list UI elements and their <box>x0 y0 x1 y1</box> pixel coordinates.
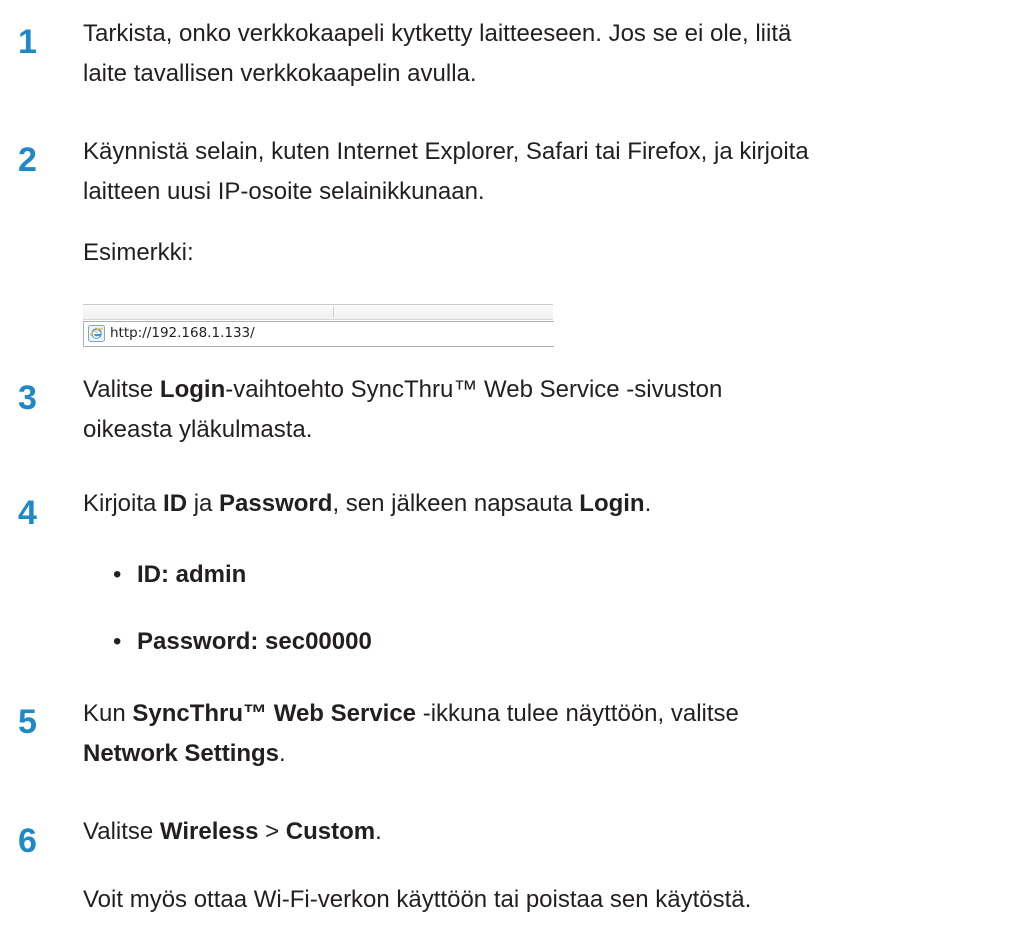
bullet-id-admin: ID: admin <box>137 561 247 588</box>
step-4-text: Kirjoita ID ja Password, sen jälkeen nap… <box>83 484 1035 524</box>
step-number-4: 4 <box>18 494 37 532</box>
login-term: Login <box>159 376 226 403</box>
step-1-line-2: laite tavallisen verkkokaapelin avulla. <box>83 60 477 87</box>
step-3-line-2: oikeasta yläkulmasta. <box>83 416 313 443</box>
step-number-5: 5 <box>18 703 37 741</box>
step-number-2: 2 <box>18 141 37 179</box>
step-1-text: Tarkista, onko verkkokaapeli kytketty la… <box>83 14 1035 94</box>
step-1-line-1: Tarkista, onko verkkokaapeli kytketty la… <box>83 20 792 47</box>
step-5-line-2: Network Settings. <box>83 740 286 767</box>
address-field: http://192.168.1.133/ <box>83 321 554 347</box>
step-2-line-1: Käynnistä selain, kuten Internet Explore… <box>83 138 809 165</box>
step-number-3: 3 <box>18 379 37 417</box>
step-6-note: Voit myös ottaa Wi-Fi-verkon käyttöön ta… <box>83 886 752 913</box>
step-3-text: Valitse Login-vaihtoehto SyncThru™ Web S… <box>83 370 1035 450</box>
browser-toolbar-strip <box>83 305 553 320</box>
step-3-line-1: Valitse Login-vaihtoehto SyncThru™ Web S… <box>83 376 723 403</box>
step-6-text: Valitse Wireless > Custom. <box>83 812 1035 852</box>
bullet-marker: • <box>113 561 122 588</box>
step-2-line-2: laitteen uusi IP-osoite selainikkunaan. <box>83 178 485 205</box>
step-5-line-1: Kun SyncThru™ Web Service -ikkuna tulee … <box>83 700 739 727</box>
bullet-marker: • <box>113 628 122 655</box>
step-number-6: 6 <box>18 822 37 860</box>
bullet-password: Password: sec00000 <box>137 628 372 655</box>
step-2-text: Käynnistä selain, kuten Internet Explore… <box>83 132 1035 212</box>
address-url: http://192.168.1.133/ <box>110 325 255 341</box>
step-number-1: 1 <box>18 23 37 61</box>
step-6-line-1: Valitse Wireless > Custom. <box>83 818 382 845</box>
step-5-text: Kun SyncThru™ Web Service -ikkuna tulee … <box>83 694 1035 774</box>
step-4-line-1: Kirjoita ID ja Password, sen jälkeen nap… <box>83 490 652 517</box>
browser-address-bar: http://192.168.1.133/ <box>83 304 554 353</box>
example-label: Esimerkki: <box>83 239 194 266</box>
ie-icon <box>88 325 105 342</box>
